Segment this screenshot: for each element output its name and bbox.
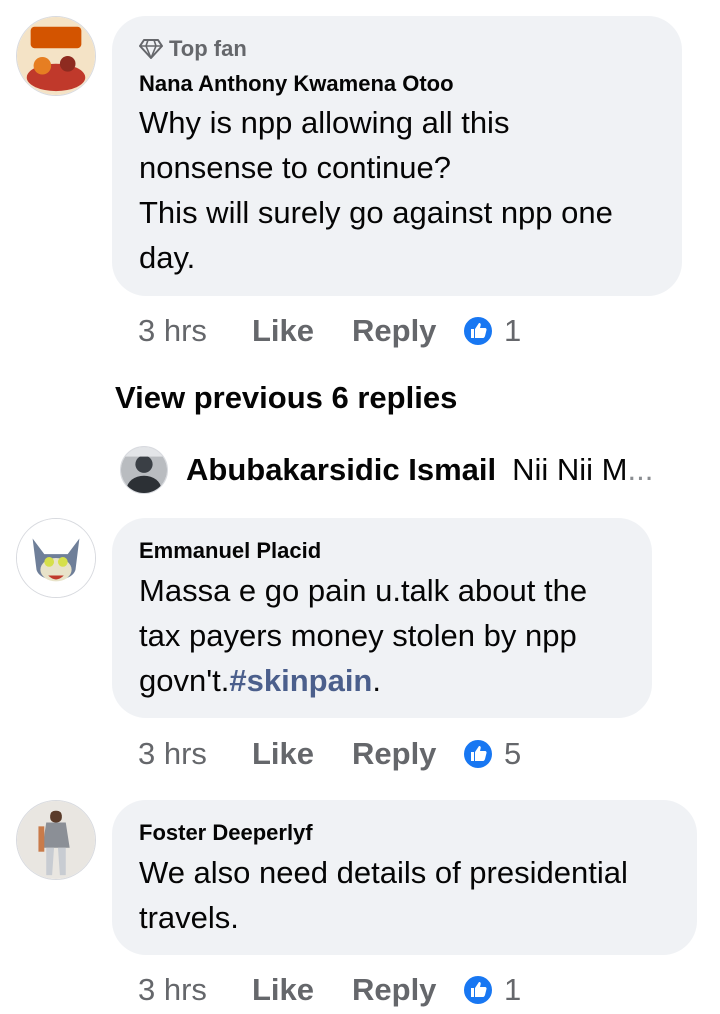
reaction-count[interactable]: 1 bbox=[504, 972, 521, 1008]
reply-button[interactable]: Reply bbox=[352, 313, 462, 349]
reply-avatar[interactable] bbox=[120, 446, 168, 494]
reply-snippet-ellipsis: ... bbox=[627, 452, 654, 487]
comment-text: We also need details of presidential tra… bbox=[139, 850, 628, 940]
like-reaction-icon[interactable] bbox=[462, 974, 494, 1006]
like-reaction-icon[interactable] bbox=[462, 738, 494, 770]
comment-line: travels. bbox=[139, 900, 239, 935]
comment-bubble: Foster Deeperlyf We also need details of… bbox=[112, 800, 697, 955]
like-reaction-icon[interactable] bbox=[462, 315, 494, 347]
comment-line: day. bbox=[139, 240, 196, 275]
comment-text: Why is npp allowing all this nonsense to… bbox=[139, 100, 613, 280]
reply-preview[interactable]: Abubakarsidic Ismail Nii Nii M... bbox=[120, 446, 680, 494]
comment-actions: 3 hrs Like Reply 5 bbox=[138, 734, 521, 774]
comment-author[interactable]: Nana Anthony Kwamena Otoo bbox=[139, 71, 454, 97]
like-button[interactable]: Like bbox=[252, 313, 352, 349]
like-button[interactable]: Like bbox=[252, 736, 352, 772]
avatar[interactable] bbox=[16, 16, 96, 96]
comment-actions: 3 hrs Like Reply 1 bbox=[138, 311, 521, 351]
comment-line-text: govn't. bbox=[139, 663, 230, 698]
comment-line: tax payers money stolen by npp bbox=[139, 618, 577, 653]
comment-line: Why is npp allowing all this bbox=[139, 105, 510, 140]
reply-author[interactable]: Abubakarsidic Ismail bbox=[186, 452, 496, 488]
comment-text: Massa e go pain u.talk about the tax pay… bbox=[139, 568, 587, 703]
comment-author[interactable]: Foster Deeperlyf bbox=[139, 820, 313, 846]
comment-line: We also need details of presidential bbox=[139, 855, 628, 890]
avatar[interactable] bbox=[16, 800, 96, 880]
hashtag-link[interactable]: #skinpain bbox=[229, 663, 372, 698]
comment-author[interactable]: Emmanuel Placid bbox=[139, 538, 321, 564]
reply-snippet: Nii Nii M bbox=[512, 452, 628, 487]
comment-bubble: Top fan Nana Anthony Kwamena Otoo Why is… bbox=[112, 16, 682, 296]
avatar-image bbox=[17, 801, 95, 879]
reply-button[interactable]: Reply bbox=[352, 972, 462, 1008]
comment-line: govn't.#skinpain. bbox=[139, 658, 587, 703]
comment-line-trail: . bbox=[372, 663, 381, 698]
diamond-icon bbox=[139, 39, 163, 59]
comment-line: Massa e go pain u.talk about the bbox=[139, 573, 588, 608]
comment-timestamp[interactable]: 3 hrs bbox=[138, 972, 252, 1008]
comment-line: This will surely go against npp one bbox=[139, 195, 613, 230]
comment-bubble: Emmanuel Placid Massa e go pain u.talk a… bbox=[112, 518, 652, 718]
comment-line: nonsense to continue? bbox=[139, 150, 451, 185]
avatar[interactable] bbox=[16, 518, 96, 598]
avatar-image bbox=[17, 17, 95, 95]
view-previous-replies-link[interactable]: View previous 6 replies bbox=[115, 380, 457, 416]
comment-timestamp[interactable]: 3 hrs bbox=[138, 736, 252, 772]
like-button[interactable]: Like bbox=[252, 972, 352, 1008]
avatar-image bbox=[17, 519, 95, 597]
comment-timestamp[interactable]: 3 hrs bbox=[138, 313, 252, 349]
reaction-count[interactable]: 1 bbox=[504, 313, 521, 349]
top-fan-badge: Top fan bbox=[139, 36, 247, 62]
comment-actions: 3 hrs Like Reply 1 bbox=[138, 970, 521, 1010]
top-fan-label: Top fan bbox=[169, 36, 247, 61]
reply-avatar-image bbox=[121, 447, 167, 493]
reaction-count[interactable]: 5 bbox=[504, 736, 521, 772]
reply-button[interactable]: Reply bbox=[352, 736, 462, 772]
